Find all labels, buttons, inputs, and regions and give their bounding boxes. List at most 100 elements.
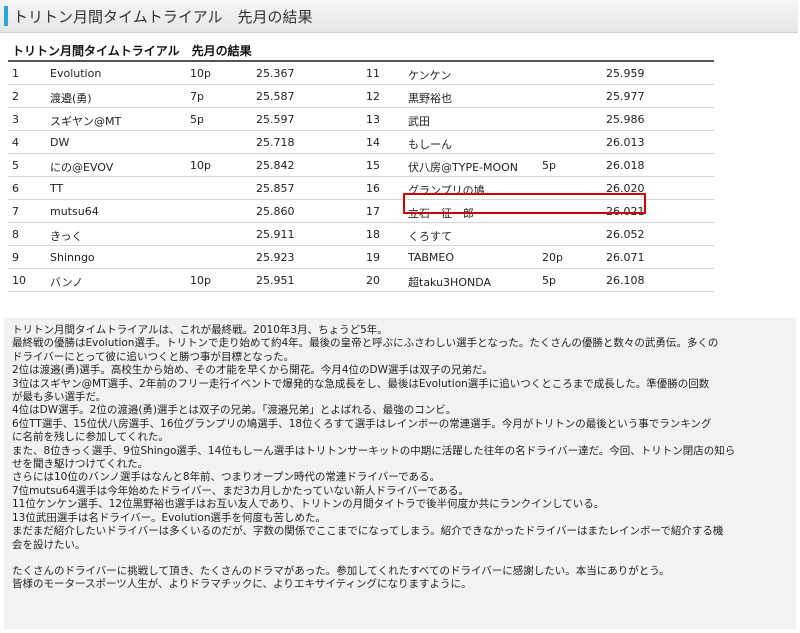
rank-cell: 20 bbox=[366, 274, 380, 287]
driver-name-cell: Shinngo bbox=[50, 251, 95, 264]
lap-time-cell: 25.718 bbox=[256, 136, 295, 149]
description-line: さらには10位のバンノ選手はなんと8年前、つまりオープン時代の常連ドライバーであ… bbox=[12, 471, 440, 484]
description-line: 最終戦の優勝はEvolution選手。トリトンで走り始めて約4年。最後の皇帝と呼… bbox=[12, 337, 719, 350]
driver-name-cell: TABMEO bbox=[408, 251, 455, 264]
points-cell: 20p bbox=[542, 251, 563, 264]
points-cell: 5p bbox=[542, 274, 556, 287]
table-row: 5 にの@EVOV 10p 25.842 15 伏八房@TYPE-MOON 5p… bbox=[8, 154, 714, 177]
lap-time-cell: 25.977 bbox=[606, 90, 645, 103]
lap-time-cell: 25.959 bbox=[606, 67, 645, 80]
rank-cell: 12 bbox=[366, 90, 380, 103]
description-line: 2位は渡邉(勇)選手。高校生から始め、その才能を早くから開花。今月4位のDW選手… bbox=[12, 364, 493, 377]
highlight-box-rank-15 bbox=[403, 193, 646, 214]
driver-name-cell: mutsu64 bbox=[50, 205, 99, 218]
points-cell: 7p bbox=[190, 90, 204, 103]
lap-time-cell: 25.923 bbox=[256, 251, 295, 264]
driver-name-cell: 渡邉(勇) bbox=[50, 92, 92, 105]
lap-time-cell: 25.911 bbox=[256, 228, 295, 241]
description-line: トリトン月間タイムトライアルは、これが最終戦。2010年3月、ちょうど5年。 bbox=[12, 324, 388, 336]
description-line: また、8位きっく選手、9位Shingo選手、14位もしーん選手はトリトンサーキッ… bbox=[12, 444, 736, 457]
rank-cell: 13 bbox=[366, 113, 380, 126]
lap-time-cell: 26.018 bbox=[606, 159, 645, 172]
rank-cell: 6 bbox=[12, 182, 19, 195]
points-cell: 10p bbox=[190, 67, 211, 80]
driver-name-cell: ケンケン bbox=[408, 69, 452, 82]
description-line: が最も多い選手だ。 bbox=[12, 391, 107, 404]
driver-name-cell: にの@EVOV bbox=[50, 161, 114, 174]
driver-name-cell: 武田 bbox=[408, 115, 430, 128]
rank-cell: 17 bbox=[366, 205, 380, 218]
rank-cell: 7 bbox=[12, 205, 19, 218]
lap-time-cell: 25.587 bbox=[256, 90, 295, 103]
description-line: ドライバーにとって彼に追いつくと勝つ事が目標となった。 bbox=[12, 350, 295, 363]
driver-name-cell: TT bbox=[50, 182, 64, 195]
driver-name-cell: スギヤン@MT bbox=[50, 115, 122, 128]
lap-time-cell: 26.013 bbox=[606, 136, 645, 149]
lap-time-cell: 25.842 bbox=[256, 159, 295, 172]
lap-time-cell: 26.108 bbox=[606, 274, 645, 287]
description-line: 4位はDW選手。2位の渡邉(勇)選手とは双子の兄弟。「渡邉兄弟」とよばれる、最強… bbox=[12, 404, 457, 417]
table-row: 10 バンノ 10p 25.951 20 超taku3HONDA 5p 26.1… bbox=[8, 269, 714, 292]
rank-cell: 9 bbox=[12, 251, 19, 264]
description-line: に名前を残しに参加してくれた。 bbox=[12, 431, 169, 444]
lap-time-cell: 26.052 bbox=[606, 228, 645, 241]
driver-name-cell: DW bbox=[50, 136, 70, 149]
page-header: トリトン月間タイムトライアル 先月の結果 bbox=[0, 0, 798, 33]
table-row: 4 DW 25.718 14 もしーん 26.013 bbox=[8, 131, 714, 154]
points-cell: 5p bbox=[190, 113, 204, 126]
rank-cell: 3 bbox=[12, 113, 19, 126]
driver-name-cell: もしーん bbox=[408, 138, 452, 151]
description-line: 11位ケンケン選手、12位黒野裕也選手はお互い友人であり、トリトンの月間タイトラ… bbox=[12, 498, 605, 511]
results-heading: トリトン月間タイムトライアル 先月の結果 bbox=[12, 44, 252, 58]
driver-name-cell: バンノ bbox=[50, 276, 83, 289]
driver-name-cell: くろすて bbox=[408, 230, 453, 243]
driver-name-cell: 黒野裕也 bbox=[408, 92, 452, 105]
rank-cell: 19 bbox=[366, 251, 380, 264]
rank-cell: 5 bbox=[12, 159, 19, 172]
points-cell: 10p bbox=[190, 159, 211, 172]
description-line: 会を設けたい。 bbox=[12, 538, 86, 551]
lap-time-cell: 25.597 bbox=[256, 113, 295, 126]
table-row: 9 Shinngo 25.923 19 TABMEO 20p 26.071 bbox=[8, 246, 714, 269]
driver-name-cell: 伏八房@TYPE-MOON bbox=[408, 161, 519, 174]
rank-cell: 4 bbox=[12, 136, 19, 149]
table-row: 1 Evolution 10p 25.367 11 ケンケン 25.959 bbox=[8, 62, 714, 85]
lap-time-cell: 25.857 bbox=[256, 182, 295, 195]
driver-name-cell: きっく bbox=[50, 230, 83, 243]
header-accent-bar bbox=[4, 6, 8, 26]
points-cell: 10p bbox=[190, 274, 211, 287]
description-line: まだまだ紹介したいドライバーは多くいるのだが、字数の関係でここまでになってしまう… bbox=[12, 525, 724, 538]
lap-time-cell: 25.367 bbox=[256, 67, 295, 80]
rank-cell: 15 bbox=[366, 159, 380, 172]
description-line: 皆様のモータースポーツ人生が、よりドラマチックに、よりエキサイティングになります… bbox=[12, 578, 472, 591]
rank-cell: 18 bbox=[366, 228, 380, 241]
rank-cell: 2 bbox=[12, 90, 19, 103]
lap-time-cell: 26.071 bbox=[606, 251, 645, 264]
rank-cell: 10 bbox=[12, 274, 26, 287]
rank-cell: 11 bbox=[366, 67, 380, 80]
description-line: 3位はスギヤン@MT選手、2年前のフリー走行イベントで爆発的な急成長をし、最後は… bbox=[12, 377, 710, 390]
description-panel: トリトン月間タイムトライアルは、これが最終戦。2010年3月、ちょうど5年。 最… bbox=[4, 318, 796, 629]
table-row: 3 スギヤン@MT 5p 25.597 13 武田 25.986 bbox=[8, 108, 714, 131]
rank-cell: 1 bbox=[12, 67, 19, 80]
points-cell: 5p bbox=[542, 159, 556, 172]
description-line: 6位TT選手、15位伏八房選手、16位グランプリの鳩選手、18位くろすて選手はレ… bbox=[12, 417, 712, 430]
lap-time-cell: 25.986 bbox=[606, 113, 645, 126]
rank-cell: 14 bbox=[366, 136, 380, 149]
table-row: 2 渡邉(勇) 7p 25.587 12 黒野裕也 25.977 bbox=[8, 85, 714, 108]
driver-name-cell: 超taku3HONDA bbox=[408, 276, 492, 289]
description-line: たくさんのドライバーに挑戦して頂き、たくさんのドラマがあった。参加してくれたすべ… bbox=[12, 564, 670, 577]
page-title: トリトン月間タイムトライアル 先月の結果 bbox=[13, 8, 313, 26]
description-line: 13位武田選手は名ドライバー。Evolution選手を何度も苦しめた。 bbox=[12, 511, 327, 524]
table-row: 8 きっく 25.911 18 くろすて 26.052 bbox=[8, 223, 714, 246]
rank-cell: 16 bbox=[366, 182, 380, 195]
lap-time-cell: 25.860 bbox=[256, 205, 295, 218]
driver-name-cell: Evolution bbox=[50, 67, 102, 80]
description-line: 7位mutsu64選手は今年始めたドライバー、まだ3カ月しかたっていない新人ドラ… bbox=[12, 484, 470, 497]
description-text: トリトン月間タイムトライアルは、これが最終戦。2010年3月、ちょうど5年。 最… bbox=[12, 324, 788, 592]
description-line: せを聞き駆けつけてくれた。 bbox=[12, 458, 149, 471]
rank-cell: 8 bbox=[12, 228, 19, 241]
lap-time-cell: 25.951 bbox=[256, 274, 295, 287]
results-panel: トリトン月間タイムトライアル 先月の結果 1 Evolution 10p 25.… bbox=[4, 33, 796, 310]
